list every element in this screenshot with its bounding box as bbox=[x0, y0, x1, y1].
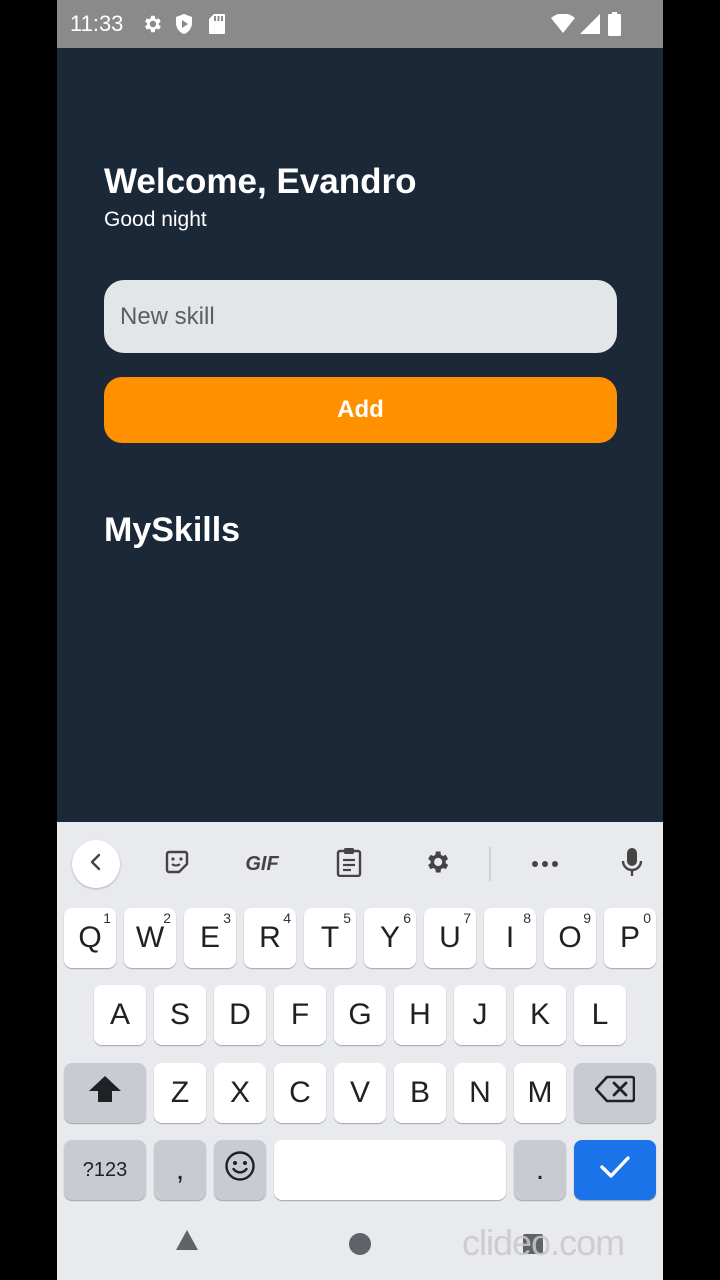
key-m[interactable]: M bbox=[514, 1063, 566, 1123]
gif-button[interactable]: GIF bbox=[239, 844, 285, 884]
key-z[interactable]: Z bbox=[154, 1063, 206, 1123]
key-f[interactable]: F bbox=[274, 985, 326, 1045]
key-k[interactable]: K bbox=[514, 985, 566, 1045]
settings-gear-icon bbox=[141, 13, 163, 40]
app-content: Welcome, Evandro Good night Add MySkills bbox=[57, 48, 663, 822]
backspace-key[interactable] bbox=[574, 1063, 656, 1123]
more-options-button[interactable] bbox=[525, 844, 565, 884]
key-b[interactable]: B bbox=[394, 1063, 446, 1123]
key-t[interactable]: T5 bbox=[304, 908, 356, 968]
emoji-key[interactable] bbox=[214, 1140, 266, 1200]
key-q[interactable]: Q1 bbox=[64, 908, 116, 968]
greeting-text: Good night bbox=[104, 208, 207, 231]
checkmark-icon bbox=[600, 1153, 630, 1187]
key-a[interactable]: A bbox=[94, 985, 146, 1045]
keyboard-settings-button[interactable] bbox=[417, 844, 457, 884]
emoji-smile-icon bbox=[224, 1150, 256, 1190]
more-horizontal-icon bbox=[531, 855, 559, 873]
battery-icon bbox=[608, 12, 621, 41]
period-key[interactable]: . bbox=[514, 1140, 566, 1200]
back-triangle-icon bbox=[174, 1230, 200, 1256]
nav-home-button[interactable] bbox=[348, 1232, 372, 1261]
key-u[interactable]: U7 bbox=[424, 908, 476, 968]
sd-card-icon bbox=[208, 13, 226, 40]
key-i[interactable]: I8 bbox=[484, 908, 536, 968]
key-s[interactable]: S bbox=[154, 985, 206, 1045]
voice-input-button[interactable] bbox=[612, 844, 652, 884]
welcome-title: Welcome, Evandro bbox=[104, 162, 417, 201]
shield-play-icon bbox=[174, 13, 194, 40]
keyboard-collapse-button[interactable] bbox=[72, 840, 120, 888]
shift-key[interactable] bbox=[64, 1063, 146, 1123]
status-bar: 11:33 bbox=[57, 0, 663, 48]
backspace-icon bbox=[594, 1075, 636, 1111]
key-d[interactable]: D bbox=[214, 985, 266, 1045]
sticker-button[interactable] bbox=[157, 844, 197, 884]
key-y[interactable]: Y6 bbox=[364, 908, 416, 968]
key-v[interactable]: V bbox=[334, 1063, 386, 1123]
space-key[interactable] bbox=[274, 1140, 506, 1200]
key-w[interactable]: W2 bbox=[124, 908, 176, 968]
enter-key[interactable] bbox=[574, 1140, 656, 1200]
key-j[interactable]: J bbox=[454, 985, 506, 1045]
gear-icon bbox=[423, 848, 451, 881]
key-n[interactable]: N bbox=[454, 1063, 506, 1123]
nav-back-button[interactable] bbox=[174, 1228, 200, 1257]
sticker-icon bbox=[163, 848, 191, 881]
home-circle-icon bbox=[348, 1233, 372, 1260]
microphone-icon bbox=[621, 847, 643, 882]
chevron-left-icon bbox=[87, 853, 105, 876]
key-o[interactable]: O9 bbox=[544, 908, 596, 968]
key-x[interactable]: X bbox=[214, 1063, 266, 1123]
add-button[interactable]: Add bbox=[104, 377, 617, 443]
watermark-logo: clideo.com bbox=[462, 1222, 625, 1263]
shift-arrow-icon bbox=[88, 1075, 122, 1111]
key-c[interactable]: C bbox=[274, 1063, 326, 1123]
key-r[interactable]: R4 bbox=[244, 908, 296, 968]
key-e[interactable]: E3 bbox=[184, 908, 236, 968]
status-time: 11:33 bbox=[70, 11, 124, 36]
symbols-key[interactable]: ?123 bbox=[64, 1140, 146, 1200]
key-l[interactable]: L bbox=[574, 985, 626, 1045]
new-skill-input[interactable] bbox=[104, 280, 617, 353]
clipboard-icon bbox=[336, 847, 362, 882]
soft-keyboard: GIF Q1 W2 E3 R4 T5 Y6 U7 I 8 O 9 P 0 A S… bbox=[57, 822, 663, 1280]
cell-signal-icon bbox=[579, 13, 601, 40]
key-g[interactable]: G bbox=[334, 985, 386, 1045]
key-h[interactable]: H bbox=[394, 985, 446, 1045]
skills-section-title: MySkills bbox=[104, 511, 241, 549]
comma-key[interactable]: , bbox=[154, 1140, 206, 1200]
wifi-icon bbox=[551, 13, 575, 39]
clipboard-button[interactable] bbox=[329, 844, 369, 884]
phone-screen: 11:33 Welcome, Evandro Good night Add My… bbox=[57, 0, 663, 1280]
key-p[interactable]: P0 bbox=[604, 908, 656, 968]
toolbar-divider bbox=[489, 847, 491, 881]
